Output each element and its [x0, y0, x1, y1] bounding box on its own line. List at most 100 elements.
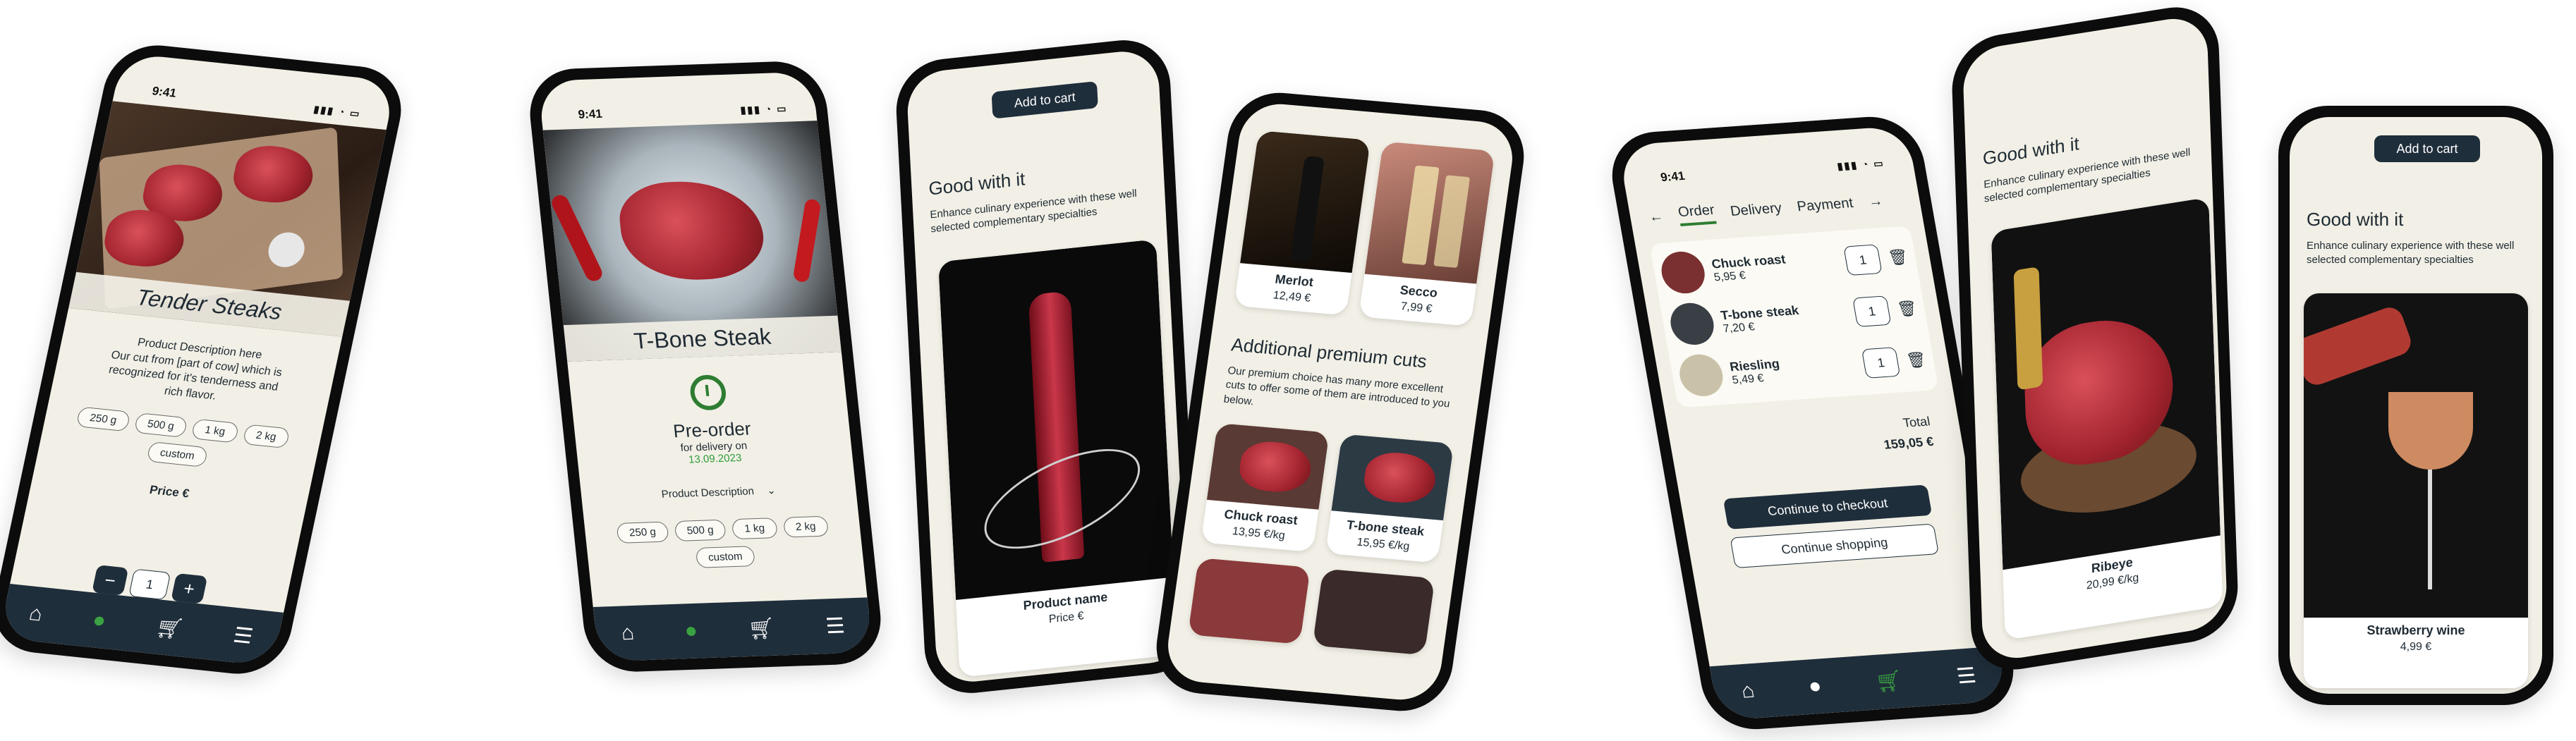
cart-list: Chuck roast 5,95 € 1 🗑︎ T-bone steak 7,2…: [1649, 226, 1939, 408]
size-option[interactable]: 250 g: [75, 406, 131, 432]
tab-payment[interactable]: Payment: [1796, 195, 1854, 215]
status-time: 9:41: [577, 106, 603, 121]
size-option[interactable]: 500 g: [133, 412, 188, 439]
home-icon[interactable]: ⌂: [27, 601, 44, 626]
decrease-button[interactable]: −: [92, 565, 129, 596]
product-image: [1991, 197, 2220, 570]
apple-icon[interactable]: ●: [684, 619, 699, 643]
item-thumbnail: [1667, 301, 1718, 347]
back-arrow-icon[interactable]: ←: [1648, 209, 1665, 226]
signal-icon: ▮▮▮ ◔ ▭: [739, 102, 789, 116]
product-image: [2304, 293, 2528, 618]
product-price: 4,99 €: [2400, 641, 2432, 653]
screen: Good with it Enhance culinary experience…: [1962, 13, 2228, 664]
tab-bar: ⌂ ● 🛒︎ ☰: [1709, 646, 2008, 721]
cut-card[interactable]: Chuck roast 13,95 €/kg: [1201, 422, 1330, 552]
quantity-value[interactable]: 1: [128, 568, 171, 601]
item-quantity[interactable]: 1: [1861, 347, 1901, 379]
preorder-section: Pre-order for delivery on 13.09.2023: [569, 370, 853, 470]
menu-icon[interactable]: ☰: [231, 623, 255, 649]
screen: 9:41 ▮▮▮ ◔ ▭ ← Order Delivery Payment → …: [1617, 125, 2008, 721]
wine-image: [1364, 141, 1495, 284]
signal-icon: ▮▮▮ ◔ ▭: [312, 103, 363, 120]
screen: Merlot 12,49 € Secco 7,99 € Additional p…: [1162, 101, 1518, 703]
phone-tbone-steak: 9:41 ▮▮▮ ◔ ▭ T-Bone Steak Pre-order for …: [525, 60, 886, 673]
cart-item: Chuck roast 5,95 € 1 🗑︎: [1658, 236, 1912, 295]
product-photo: Tender Steaks: [68, 101, 387, 337]
cart-icon[interactable]: 🛒︎: [1873, 668, 1904, 694]
size-option[interactable]: 1 kg: [190, 419, 240, 443]
stopwatch-icon: [688, 374, 728, 411]
item-thumbnail: [1676, 353, 1727, 398]
cart-item: T-bone steak 7,20 € 1 🗑︎: [1667, 288, 1921, 347]
screen: Add to cart Good with it Enhance culinar…: [2290, 117, 2542, 694]
size-option[interactable]: 1 kg: [731, 518, 778, 540]
phone-tender-steaks: 9:41 ▮▮▮ ◔ ▭ Tender Steaks Product Descr…: [0, 40, 411, 679]
product-name: Strawberry wine: [2367, 623, 2465, 637]
phone-good-with-it-strawberry-wine: Add to cart Good with it Enhance culinar…: [2278, 106, 2553, 705]
product-card[interactable]: Ribeye 20,99 €/kg: [1991, 197, 2223, 641]
screen: 9:41 ▮▮▮ ◔ ▭ Tender Steaks Product Descr…: [0, 52, 397, 667]
cut-card[interactable]: [1188, 557, 1311, 644]
screen: 9:41 ▮▮▮ ◔ ▭ T-Bone Steak Pre-order for …: [537, 71, 873, 662]
product-card[interactable]: Product name Price €: [938, 239, 1178, 678]
product-photo: T-Bone Steak: [542, 121, 842, 362]
home-icon[interactable]: ⌂: [1739, 679, 1756, 704]
cart-icon[interactable]: 🛒︎: [747, 616, 777, 641]
cart-actions: Continue to checkout Continue shopping: [1675, 447, 1981, 571]
section-heading: Good with it: [2307, 209, 2404, 230]
increase-button[interactable]: +: [171, 572, 208, 604]
size-option[interactable]: custom: [146, 441, 209, 468]
wine-cards: Merlot 12,49 € Secco 7,99 €: [1216, 101, 1518, 328]
wine-image: [1240, 130, 1371, 274]
cut-image: [1331, 434, 1454, 520]
size-option[interactable]: 250 g: [616, 521, 669, 544]
wine-card[interactable]: Secco 7,99 €: [1359, 141, 1495, 326]
cut-image: [1206, 422, 1330, 510]
description-toggle-label: Product Description: [660, 485, 755, 501]
cut-card[interactable]: [1312, 568, 1435, 656]
tab-bar: ⌂ ● 🛒︎ ☰: [593, 597, 873, 662]
signal-icon: ▮▮▮ ◔ ▭: [1836, 157, 1885, 172]
add-to-cart-button[interactable]: Add to cart: [2374, 135, 2480, 162]
trash-icon[interactable]: 🗑︎: [1905, 350, 1928, 370]
apple-icon[interactable]: ●: [1806, 674, 1823, 699]
trash-icon[interactable]: 🗑︎: [1887, 247, 1910, 267]
item-quantity[interactable]: 1: [1843, 244, 1883, 276]
forward-arrow-icon[interactable]: →: [1867, 193, 1884, 210]
size-option[interactable]: 500 g: [674, 519, 727, 542]
product-title: T-Bone Steak: [563, 315, 842, 362]
size-options: 250 g 500 g 1 kg 2 kg custom: [584, 515, 863, 572]
cart-icon[interactable]: 🛒︎: [154, 615, 186, 642]
item-quantity[interactable]: 1: [1852, 295, 1892, 327]
tab-delivery[interactable]: Delivery: [1729, 200, 1782, 220]
product-card[interactable]: Strawberry wine 4,99 €: [2304, 293, 2528, 688]
size-option[interactable]: custom: [695, 546, 756, 568]
size-options: 250 g 500 g 1 kg 2 kg custom: [38, 403, 322, 479]
continue-shopping-button[interactable]: Continue shopping: [1730, 523, 1939, 569]
trash-icon[interactable]: 🗑︎: [1896, 299, 1919, 319]
tab-order[interactable]: Order: [1677, 202, 1717, 226]
status-time: 9:41: [1659, 169, 1687, 185]
apple-icon[interactable]: ●: [90, 608, 108, 633]
screen: Add to cart Good with it Enhance culinar…: [906, 47, 1189, 686]
item-thumbnail: [1658, 250, 1708, 295]
product-title-text: T-Bone Steak: [632, 323, 772, 354]
checkout-button[interactable]: Continue to checkout: [1723, 484, 1933, 529]
menu-icon[interactable]: ☰: [1955, 663, 1978, 688]
price-label: Price €: [148, 483, 190, 501]
product-image: [938, 239, 1174, 600]
size-option[interactable]: 2 kg: [782, 515, 829, 538]
home-icon[interactable]: ⌂: [620, 621, 636, 645]
wine-card[interactable]: Merlot 12,49 €: [1234, 130, 1371, 316]
cart-item: Riesling 5,49 € 1 🗑︎: [1676, 338, 1930, 398]
phone-premium-cuts: Merlot 12,49 € Secco 7,99 € Additional p…: [1150, 88, 1531, 716]
cut-cards: Chuck roast 13,95 €/kg T-bone steak 15,9…: [1182, 405, 1474, 565]
status-time: 9:41: [150, 84, 178, 100]
description-toggle[interactable]: Product Description ⌄: [581, 481, 856, 503]
menu-icon[interactable]: ☰: [825, 613, 846, 639]
size-option[interactable]: 2 kg: [241, 424, 291, 449]
add-to-cart-button[interactable]: Add to cart: [991, 81, 1098, 119]
cut-card[interactable]: T-bone steak 15,95 €/kg: [1325, 434, 1454, 563]
section-subtitle: Enhance culinary experience with these w…: [2307, 240, 2515, 267]
